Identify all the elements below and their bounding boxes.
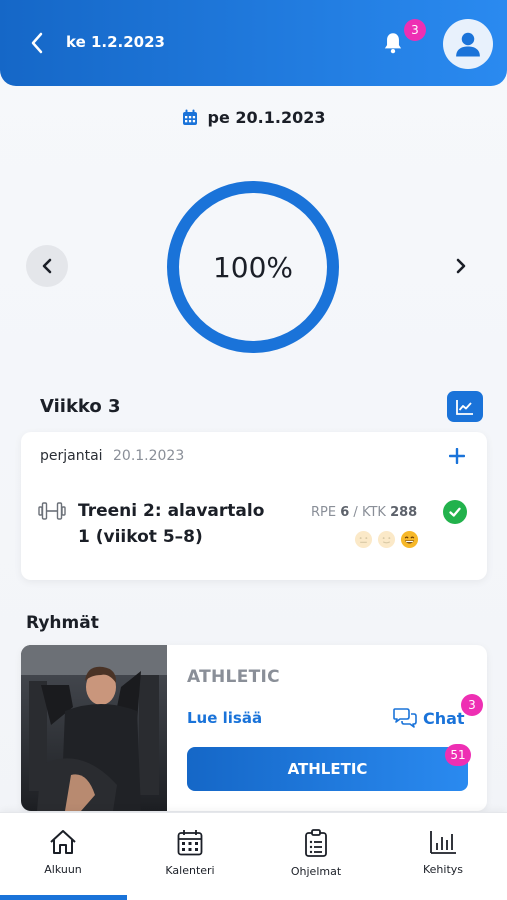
- user-icon: [456, 32, 480, 57]
- read-more-link[interactable]: Lue lisää: [187, 709, 262, 727]
- dumbbell-icon: [38, 502, 66, 520]
- nav-home-label: Alkuun: [44, 863, 82, 876]
- calendar-icon: [177, 830, 203, 856]
- notification-badge: 3: [404, 19, 426, 41]
- completed-check-icon: [443, 500, 467, 524]
- nav-home[interactable]: Alkuun: [0, 813, 126, 900]
- clipboard-icon: [305, 829, 327, 857]
- nav-progress[interactable]: Kehitys: [380, 813, 506, 900]
- mood-face-icon: [354, 530, 373, 549]
- chevron-right-icon: [456, 258, 466, 274]
- chat-badge: 3: [461, 694, 483, 716]
- nav-progress-label: Kehitys: [422, 863, 463, 876]
- progress-percent: 100%: [212, 250, 294, 284]
- group-button-badge: 51: [445, 744, 471, 766]
- active-tab-indicator: [0, 895, 127, 900]
- selected-date-label: pe 20.1.2023: [207, 108, 326, 127]
- group-chat-button[interactable]: Chat: [393, 707, 465, 729]
- rpe-value: 6: [340, 505, 350, 520]
- rpe-label: RPE: [311, 505, 337, 520]
- notifications-button[interactable]: [380, 30, 406, 56]
- group-name: ATHLETIC: [187, 667, 280, 687]
- workout-title: Treeni 2: alavartalo 1 (viikot 5–8): [78, 501, 265, 547]
- previous-day-button[interactable]: [26, 245, 68, 287]
- chat-bubbles-icon: [393, 708, 417, 728]
- week-title: Viikko 3: [40, 396, 121, 417]
- selected-date[interactable]: pe 20.1.2023: [0, 108, 507, 127]
- day-card: perjantai 20.1.2023 Treeni 2: alavartalo…: [21, 432, 487, 580]
- group-card: ATHLETIC Lue lisää Chat 3 ATHLETIC 51: [21, 645, 487, 811]
- chat-label: Chat: [423, 708, 465, 728]
- nav-programs[interactable]: Ohjelmat: [253, 813, 379, 900]
- nav-calendar-label: Kalenteri: [165, 864, 215, 877]
- home-icon: [50, 830, 76, 854]
- bar-chart-icon: [430, 831, 456, 854]
- week-stats-button[interactable]: [447, 391, 483, 422]
- plus-icon: [448, 447, 466, 465]
- ktk-label: KTK: [361, 505, 386, 520]
- mood-rating: [354, 530, 419, 549]
- day-date: 20.1.2023: [113, 448, 185, 464]
- chevron-left-icon: [42, 258, 52, 274]
- avatar[interactable]: [443, 19, 493, 69]
- nav-programs-label: Ohjelmat: [290, 865, 342, 878]
- bell-icon: [384, 33, 402, 54]
- trend-chart-icon: [456, 399, 473, 415]
- mood-face-icon: [377, 530, 396, 549]
- top-bar: ke 1.2.2023 3: [0, 0, 507, 86]
- calendar-icon: [182, 109, 197, 125]
- ktk-value: 288: [390, 505, 418, 520]
- header-date: ke 1.2.2023: [66, 33, 165, 51]
- add-workout-button[interactable]: [445, 444, 469, 468]
- back-button[interactable]: [24, 30, 50, 56]
- groups-title: Ryhmät: [26, 613, 99, 633]
- group-image[interactable]: [21, 645, 167, 811]
- bottom-nav: Alkuun Kalenteri Ohjelmat Kehitys: [0, 812, 507, 900]
- next-day-button[interactable]: [440, 245, 482, 287]
- nav-calendar[interactable]: Kalenteri: [127, 813, 253, 900]
- workout-rpe-ktk: RPE 6 / KTK 288: [311, 505, 418, 520]
- group-open-button[interactable]: ATHLETIC: [187, 747, 468, 791]
- chevron-left-icon: [31, 32, 43, 54]
- mood-face-grin-icon: [400, 530, 419, 549]
- workout-row[interactable]: Treeni 2: alavartalo 1 (viikot 5–8) RPE …: [21, 492, 487, 562]
- day-name: perjantai: [40, 448, 103, 464]
